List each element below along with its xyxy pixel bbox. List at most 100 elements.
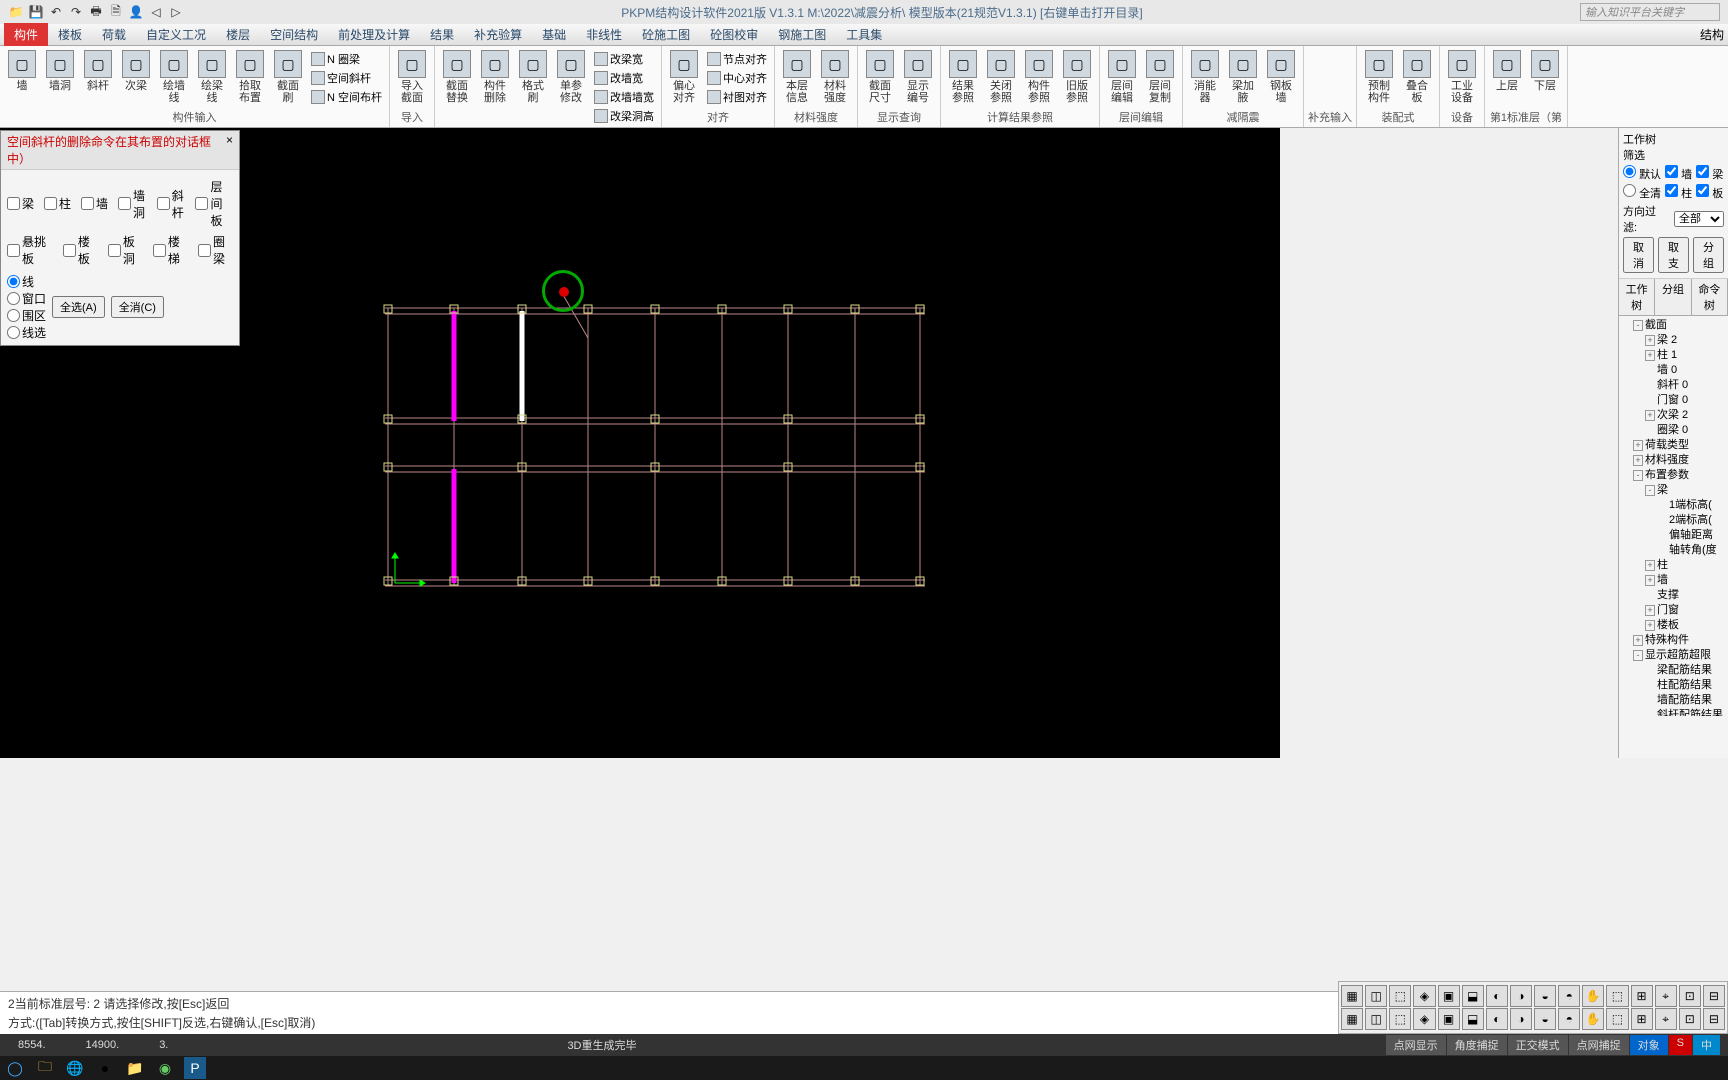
view-tool-icon[interactable]: ⬚	[1389, 1008, 1411, 1030]
ribbon-btn-构件删除[interactable]: ▢构件删除	[477, 48, 513, 106]
delete-check-柱[interactable]: 柱	[44, 178, 71, 229]
view-tool-icon[interactable]: ▦	[1341, 1008, 1363, 1030]
view-tool-icon[interactable]: ✋	[1582, 985, 1604, 1007]
app-icon[interactable]: ◉	[154, 1057, 176, 1079]
tree-node[interactable]: +次梁 2	[1621, 408, 1726, 423]
view-tool-icon[interactable]: ▦	[1341, 985, 1363, 1007]
ribbon-btn-材料强度[interactable]: ▢材料强度	[817, 48, 853, 106]
delete-check-楼梯[interactable]: 楼梯	[153, 233, 188, 267]
ribbon-btn-工业设备[interactable]: ▢工业设备	[1444, 48, 1480, 106]
view-tool-icon[interactable]: ◓	[1558, 1008, 1580, 1030]
ribbon-btn-绘梁线[interactable]: ▢绘梁线	[194, 48, 230, 106]
menu-空间结构[interactable]: 空间结构	[260, 23, 328, 46]
view-tool-icon[interactable]: ◫	[1365, 1008, 1387, 1030]
tree-node[interactable]: 2端标高(	[1621, 513, 1726, 528]
menu-结果[interactable]: 结果	[420, 23, 464, 46]
qat-doc-icon[interactable]: 🗎	[108, 4, 124, 20]
view-tool-icon[interactable]: ⊞	[1631, 1008, 1653, 1030]
view-tool-icon[interactable]: ▣	[1438, 1008, 1460, 1030]
ribbon-small-N 空间布杆[interactable]: N 空间布杆	[308, 88, 385, 106]
ribbon-small-空间斜杆[interactable]: 空间斜杆	[308, 69, 385, 87]
view-tool-icon[interactable]: ◓	[1558, 985, 1580, 1007]
delete-check-圈梁[interactable]: 圈梁	[198, 233, 233, 267]
delete-check-楼板[interactable]: 楼板	[63, 233, 98, 267]
tree-node[interactable]: -显示超筋超限	[1621, 648, 1726, 663]
status-toggle-正交模式[interactable]: 正交模式	[1508, 1035, 1568, 1055]
ribbon-btn-导入截面[interactable]: ▢导入截面	[394, 48, 430, 106]
ribbon-btn-绘墙线[interactable]: ▢绘墙线	[156, 48, 192, 106]
tree-node[interactable]: 墙 0	[1621, 363, 1726, 378]
menu-前处理及计算[interactable]: 前处理及计算	[328, 23, 420, 46]
component-tree[interactable]: -截面+梁 2+柱 1墙 0斜杆 0门窗 0+次梁 2圈梁 0+荷载类型+材料强…	[1619, 316, 1728, 716]
qat-left-icon[interactable]: ◁	[148, 4, 164, 20]
view-tool-icon[interactable]: ⊞	[1631, 985, 1653, 1007]
ribbon-btn-拾取布置[interactable]: ▢拾取布置	[232, 48, 268, 106]
menu-自定义工况[interactable]: 自定义工况	[136, 23, 216, 46]
delete-check-墙洞[interactable]: 墙洞	[118, 178, 147, 229]
select-mode-线[interactable]: 线	[7, 273, 46, 290]
view-tool-icon[interactable]: ◫	[1365, 985, 1387, 1007]
default-radio[interactable]: 默认	[1623, 165, 1661, 182]
tree-node[interactable]: 1端标高(	[1621, 498, 1726, 513]
status-toggle-角度捕捉[interactable]: 角度捕捉	[1447, 1035, 1507, 1055]
tree-node[interactable]: 梁配筋结果	[1621, 663, 1726, 678]
tree-node[interactable]: +柱	[1621, 558, 1726, 573]
select-mode-窗口[interactable]: 窗口	[7, 290, 46, 307]
menu-补充验算[interactable]: 补充验算	[464, 23, 532, 46]
side-tab-分组[interactable]: 分组	[1655, 279, 1691, 315]
browser-icon[interactable]: 🌐	[64, 1057, 86, 1079]
ime-icon[interactable]: S	[1669, 1035, 1692, 1055]
qat-undo-icon[interactable]: ↶	[48, 4, 64, 20]
ribbon-small-节点对齐[interactable]: 节点对齐	[704, 50, 770, 68]
ribbon-btn-钢板墙[interactable]: ▢钢板墙	[1263, 48, 1299, 106]
view-tool-icon[interactable]: ⬓	[1462, 985, 1484, 1007]
undo-button[interactable]: 取支	[1658, 237, 1689, 273]
ribbon-btn-层间复制[interactable]: ▢层间复制	[1142, 48, 1178, 106]
ribbon-small-衬图对齐[interactable]: 衬图对齐	[704, 88, 770, 106]
ime-lang[interactable]: 中	[1693, 1035, 1720, 1055]
status-toggle-对象[interactable]: 对象	[1630, 1035, 1668, 1055]
ribbon-small-改梁洞高[interactable]: 改梁洞高	[591, 107, 657, 125]
delete-check-层间板[interactable]: 层间板	[195, 178, 233, 229]
clear-all-button[interactable]: 全消(C)	[111, 296, 164, 318]
view-tool-icon[interactable]: ◐	[1486, 1008, 1508, 1030]
menu-楼板[interactable]: 楼板	[48, 23, 92, 46]
explorer-icon[interactable]: 🗀	[34, 1057, 56, 1079]
ribbon-small-改墙墙宽[interactable]: 改墙墙宽	[591, 88, 657, 106]
pkpm-icon[interactable]: P	[184, 1057, 206, 1079]
ribbon-btn-墙[interactable]: ▢墙	[4, 48, 40, 94]
qat-right-icon[interactable]: ▷	[168, 4, 184, 20]
cancel-button[interactable]: 取消	[1623, 237, 1654, 273]
ribbon-btn-墙洞[interactable]: ▢墙洞	[42, 48, 78, 94]
group-button[interactable]: 分组	[1693, 237, 1724, 273]
menu-砼图校审[interactable]: 砼图校审	[700, 23, 768, 46]
ribbon-btn-叠合板[interactable]: ▢叠合板	[1399, 48, 1435, 106]
tree-node[interactable]: 圈梁 0	[1621, 423, 1726, 438]
ribbon-btn-偏心对齐[interactable]: ▢偏心对齐	[666, 48, 702, 106]
menu-钢施工图[interactable]: 钢施工图	[768, 23, 836, 46]
ribbon-btn-构件参照[interactable]: ▢构件参照	[1021, 48, 1057, 106]
view-tool-icon[interactable]: ⌖	[1655, 1008, 1677, 1030]
qat-print-icon[interactable]: 🖶	[88, 4, 104, 20]
close-icon[interactable]: ×	[226, 133, 233, 167]
ribbon-btn-梁加腋[interactable]: ▢梁加腋	[1225, 48, 1261, 106]
ribbon-btn-消能器[interactable]: ▢消能器	[1187, 48, 1223, 106]
chrome-icon[interactable]: ●	[94, 1057, 116, 1079]
ribbon-btn-截面尺寸[interactable]: ▢截面尺寸	[862, 48, 898, 106]
ribbon-btn-下层[interactable]: ▢下层	[1527, 48, 1563, 94]
dir-filter-select[interactable]: 全部	[1674, 211, 1724, 227]
tree-node[interactable]: +柱 1	[1621, 348, 1726, 363]
ribbon-btn-关闭参照[interactable]: ▢关闭参照	[983, 48, 1019, 106]
menu-工具集[interactable]: 工具集	[836, 23, 892, 46]
side-tab-命令树[interactable]: 命令树	[1692, 279, 1728, 315]
select-mode-围区[interactable]: 围区	[7, 307, 46, 324]
tree-node[interactable]: 门窗 0	[1621, 393, 1726, 408]
tree-node[interactable]: +材料强度	[1621, 453, 1726, 468]
menu-right[interactable]: 结构	[1696, 24, 1728, 45]
tree-node[interactable]: -截面	[1621, 318, 1726, 333]
slab-check[interactable]: 板	[1696, 184, 1723, 201]
qat-icon[interactable]: 📁	[8, 4, 24, 20]
tree-node[interactable]: 墙配筋结果	[1621, 693, 1726, 708]
ribbon-btn-次梁[interactable]: ▢次梁	[118, 48, 154, 94]
view-tool-icon[interactable]: ◐	[1486, 985, 1508, 1007]
